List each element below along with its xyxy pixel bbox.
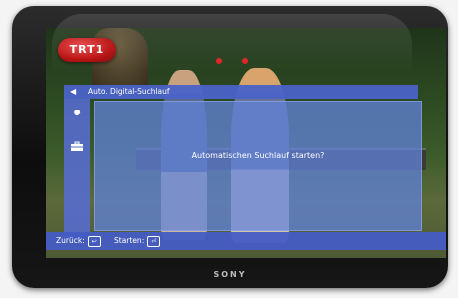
start-label: Starten: xyxy=(114,236,145,245)
left-triangle-icon[interactable]: ◀ xyxy=(70,85,76,99)
tv-frame: TRT1 ◀ Auto. Digital-Suchlauf Automatisc… xyxy=(12,6,448,288)
toolbox-icon[interactable] xyxy=(66,135,88,157)
search-confirm-dialog: Automatischen Suchlauf starten? xyxy=(94,101,422,231)
back-label: Zurück: xyxy=(56,236,85,245)
back-hint[interactable]: Zurück: ↩ xyxy=(56,232,101,250)
tv-screen: TRT1 ◀ Auto. Digital-Suchlauf Automatisc… xyxy=(46,28,446,258)
tv-brand-label: SONY xyxy=(213,270,247,279)
side-menu-panel xyxy=(64,99,90,239)
background-red-accessories xyxy=(214,58,254,66)
footer-hint-bar: Zurück: ↩ Starten: ⏎ xyxy=(46,232,446,250)
menu-title-bar: ◀ Auto. Digital-Suchlauf xyxy=(64,85,418,99)
start-hint[interactable]: Starten: ⏎ xyxy=(114,232,161,250)
wrench-icon[interactable] xyxy=(66,105,88,127)
enter-key-icon: ⏎ xyxy=(147,235,161,247)
channel-logo: TRT1 xyxy=(58,38,116,62)
menu-title: Auto. Digital-Suchlauf xyxy=(88,87,170,96)
dialog-message: Automatischen Suchlauf starten? xyxy=(191,151,325,160)
back-key-icon: ↩ xyxy=(87,235,101,247)
